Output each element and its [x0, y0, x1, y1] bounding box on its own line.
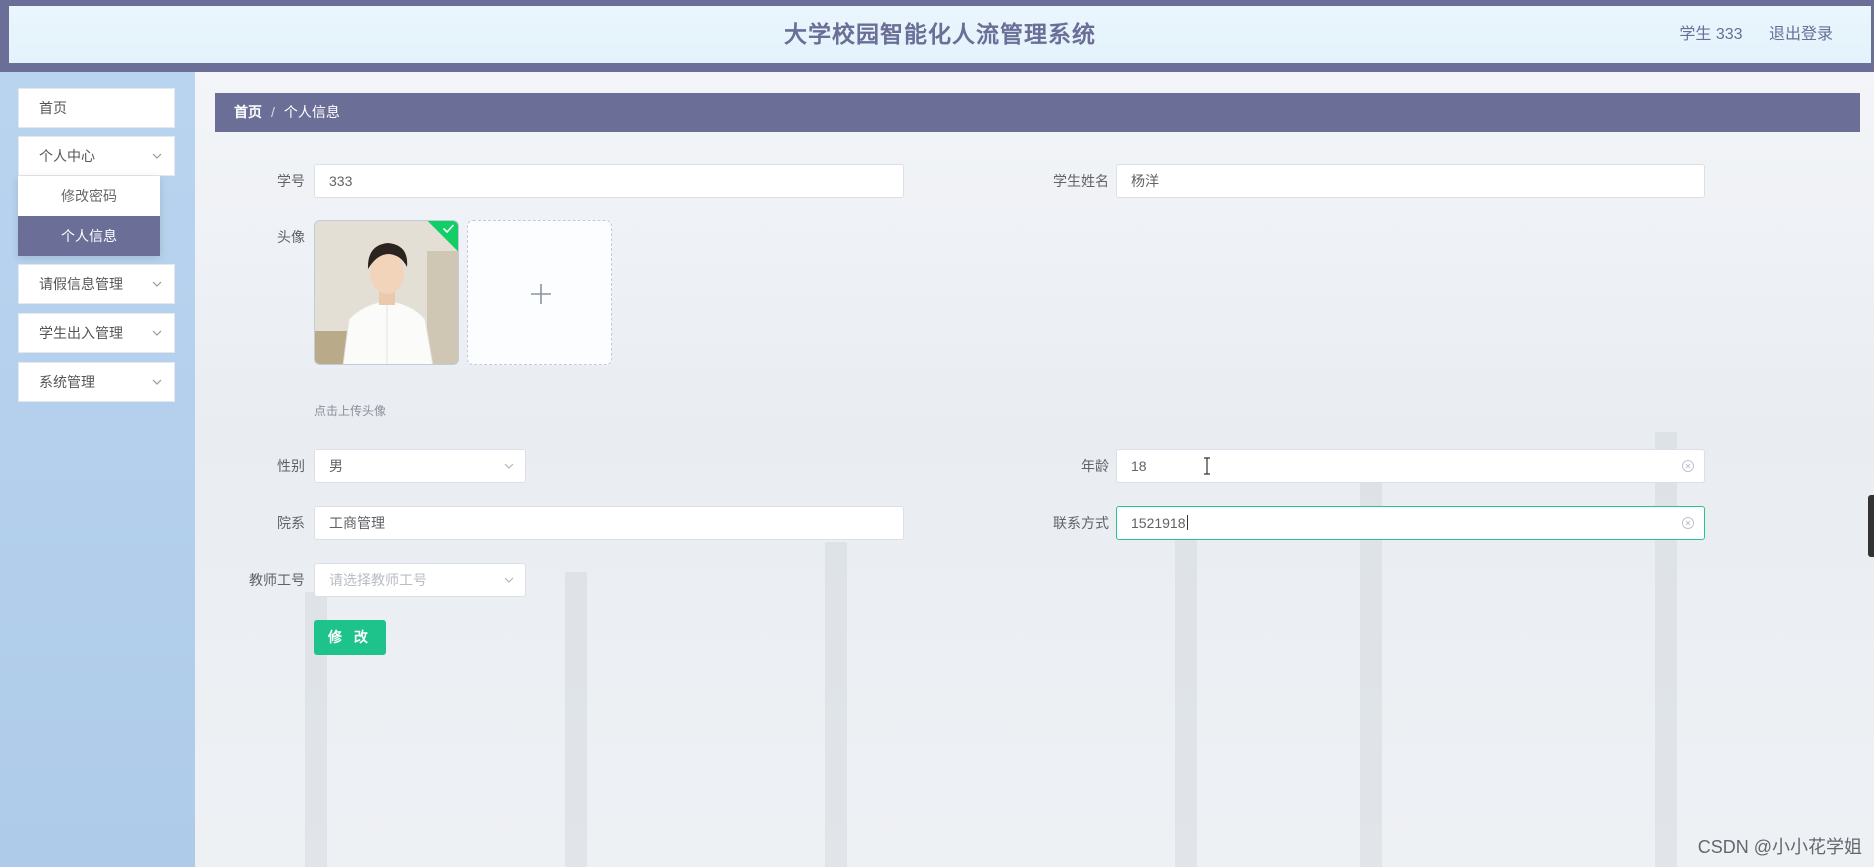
gender-select[interactable]: 男: [314, 449, 526, 483]
age-input[interactable]: 18: [1116, 449, 1705, 483]
chevron-down-icon: [152, 330, 162, 336]
breadcrumb-current: 个人信息: [283, 104, 340, 120]
student-id-input[interactable]: 333: [314, 164, 904, 198]
background-decoration: [1655, 432, 1677, 867]
logout-link[interactable]: 退出登录: [1769, 26, 1833, 43]
avatar-label: 头像: [277, 229, 305, 245]
contact-input[interactable]: 1521918: [1116, 506, 1705, 540]
teacher-id-select[interactable]: 请选择教师工号: [314, 563, 526, 597]
sidebar-item-leave-management[interactable]: 请假信息管理: [18, 264, 175, 304]
scrollbar-thumb[interactable]: [1868, 495, 1874, 557]
breadcrumb: 首页 / 个人信息: [215, 93, 1860, 132]
current-user-label: 学生 333: [1679, 26, 1743, 43]
student-name-input[interactable]: 杨洋: [1116, 164, 1705, 198]
clear-icon[interactable]: [1681, 516, 1695, 530]
sidebar-item-label: 请假信息管理: [39, 276, 123, 292]
department-value: 工商管理: [329, 515, 385, 531]
teacher-id-label: 教师工号: [249, 572, 305, 588]
gender-label: 性别: [277, 458, 305, 474]
sidebar-item-label: 系统管理: [39, 374, 95, 390]
sidebar-item-label: 首页: [39, 100, 67, 116]
plus-icon: [531, 284, 551, 304]
department-label: 院系: [277, 515, 305, 531]
student-name-value: 杨洋: [1131, 173, 1159, 189]
sidebar-item-home[interactable]: 首页: [18, 88, 175, 128]
header-bar: 大学校园智能化人流管理系统 学生 333 退出登录: [9, 6, 1871, 63]
background-decoration: [825, 542, 847, 867]
submenu-item-change-password[interactable]: 修改密码: [18, 176, 160, 216]
submenu-item-personal-info[interactable]: 个人信息: [18, 216, 160, 256]
breadcrumb-home[interactable]: 首页: [234, 104, 262, 120]
avatar-photo: [315, 221, 458, 364]
check-icon: [442, 224, 455, 234]
app-title: 大学校园智能化人流管理系统: [784, 21, 1096, 47]
teacher-id-placeholder: 请选择教师工号: [329, 572, 427, 588]
breadcrumb-separator: /: [271, 104, 275, 120]
chevron-down-icon: [152, 379, 162, 385]
submit-button[interactable]: 修 改: [314, 620, 386, 655]
chevron-down-icon: [152, 153, 162, 159]
age-label: 年龄: [1081, 458, 1109, 474]
top-header: 大学校园智能化人流管理系统 学生 333 退出登录: [0, 0, 1874, 72]
text-caret: [1186, 515, 1188, 530]
avatar-image[interactable]: [314, 220, 459, 365]
student-name-label: 学生姓名: [1053, 173, 1109, 189]
user-info: 学生 333 退出登录: [1657, 6, 1833, 63]
contact-label: 联系方式: [1053, 515, 1109, 531]
student-id-label: 学号: [277, 173, 305, 189]
sidebar-item-personal-center[interactable]: 个人中心: [18, 136, 175, 176]
gender-value: 男: [329, 458, 343, 474]
age-value: 18: [1131, 458, 1147, 474]
personal-center-submenu: 修改密码 个人信息: [18, 176, 160, 256]
clear-icon[interactable]: [1681, 459, 1695, 473]
chevron-down-icon: [152, 281, 162, 287]
department-input[interactable]: 工商管理: [314, 506, 904, 540]
sidebar-item-system-management[interactable]: 系统管理: [18, 362, 175, 402]
contact-value: 1521918: [1131, 515, 1186, 531]
watermark: CSDN @小小花学姐: [1697, 837, 1862, 857]
student-id-value: 333: [329, 173, 353, 189]
background-decoration: [565, 572, 587, 867]
main-content: 首页 / 个人信息 学号 333 学生姓名 杨洋 头像 点击上传头像 性别 男 …: [195, 72, 1874, 867]
sidebar-item-label: 个人中心: [39, 148, 95, 164]
text-cursor-icon: [1204, 457, 1210, 475]
sidebar-item-access-management[interactable]: 学生出入管理: [18, 313, 175, 353]
chevron-down-icon: [504, 463, 514, 469]
avatar-upload-button[interactable]: [467, 220, 612, 365]
chevron-down-icon: [504, 577, 514, 583]
sidebar-item-label: 学生出入管理: [39, 325, 123, 341]
background-decoration: [1175, 512, 1197, 867]
avatar-upload-hint: 点击上传头像: [314, 404, 387, 418]
